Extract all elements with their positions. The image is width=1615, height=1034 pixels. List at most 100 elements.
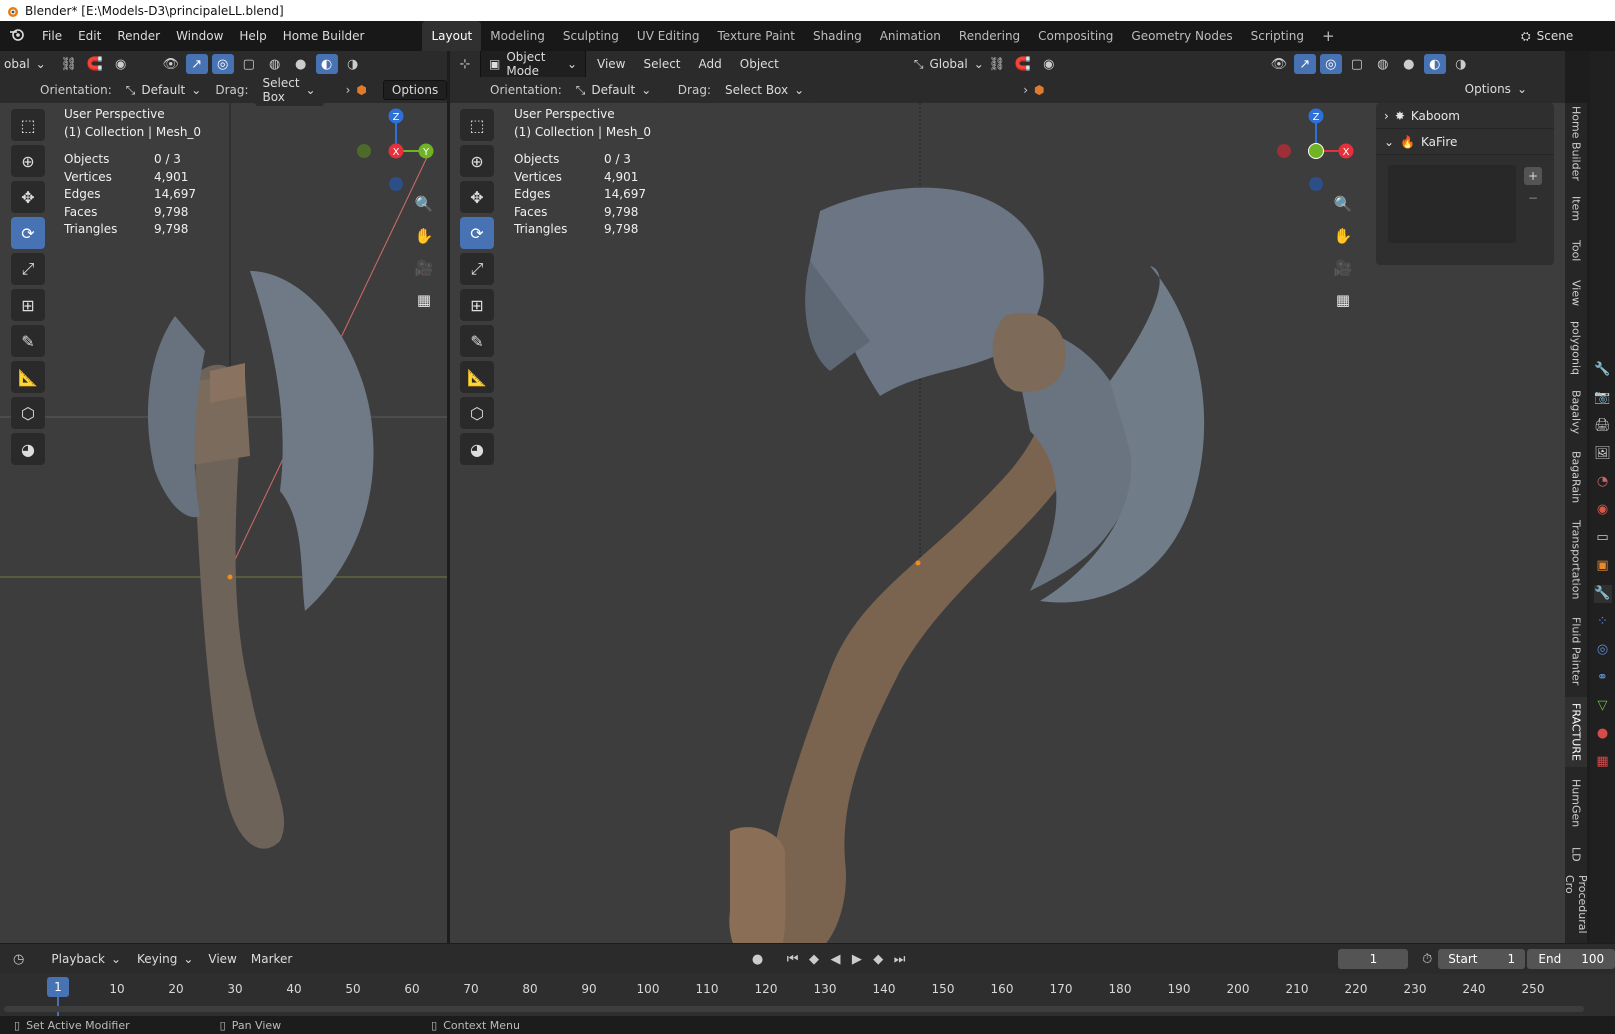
tab-uv-editing[interactable]: UV Editing <box>628 21 709 51</box>
left-pivot-icon[interactable]: ⛓ <box>58 54 80 74</box>
tab-texture-paint[interactable]: Texture Paint <box>709 21 804 51</box>
left-viewport[interactable]: obal ⌄ ⛓ 🧲 ◉ 👁 ↗ ◎ ▢ ◍ ● ◐ ◑ Orientation… <box>0 51 447 943</box>
measure-tool-icon[interactable]: 📐 <box>460 361 494 393</box>
record-keyframe-icon[interactable]: ● <box>747 949 768 969</box>
output-properties-icon[interactable]: 🖨 <box>1594 417 1612 435</box>
texture-properties-icon[interactable]: ▦ <box>1594 753 1612 771</box>
move-tool-icon[interactable]: ✥ <box>460 181 494 213</box>
tab-geometry-nodes[interactable]: Geometry Nodes <box>1122 21 1241 51</box>
menu-edit[interactable]: Edit <box>70 21 109 51</box>
timeline-frames[interactable]: 1 10 20 30 40 50 60 70 80 90 100 110 120 130 140 150 16… <box>0 974 1615 1016</box>
zoom-icon[interactable]: 🔍 <box>411 191 437 217</box>
left-drag-dropdown[interactable]: Select Box ⌄ <box>254 74 324 106</box>
jump-end-icon[interactable]: ⏭ <box>889 949 910 969</box>
left-navigation-gizmo[interactable]: Z Y X <box>350 106 435 196</box>
grid-perspective-icon[interactable]: ▦ <box>411 287 437 313</box>
annotate-tool-icon[interactable]: ✎ <box>460 325 494 357</box>
move-tool-icon[interactable]: ✥ <box>11 181 45 213</box>
xray-icon[interactable]: ▢ <box>1346 54 1368 74</box>
menu-add[interactable]: Add <box>692 57 729 71</box>
proportional-edit-icon[interactable]: ◉ <box>1038 54 1060 74</box>
overlay-toggle-icon[interactable]: ◎ <box>1319 54 1342 74</box>
menu-home-builder[interactable]: Home Builder <box>275 21 373 51</box>
pivot-point-icon[interactable]: ⛓ <box>986 54 1008 74</box>
tab-modeling[interactable]: Modeling <box>481 21 554 51</box>
add-workspace-icon[interactable]: + <box>1313 21 1344 51</box>
transform-tool-icon[interactable]: ⊞ <box>11 289 45 321</box>
cursor-tool-icon[interactable]: ⊕ <box>460 145 494 177</box>
navigation-gizmo[interactable]: Z X <box>1273 106 1358 196</box>
panel-kafire[interactable]: ⌄ 🔥 KaFire <box>1376 129 1554 155</box>
scale-tool-icon[interactable]: ⤢ <box>460 253 494 285</box>
left-proportional-icon[interactable]: ◉ <box>110 54 132 74</box>
tab-animation[interactable]: Animation <box>871 21 950 51</box>
sidebar-tab-view[interactable]: View <box>1565 275 1587 311</box>
menu-view[interactable]: View <box>590 57 632 71</box>
left-material-shading-icon[interactable]: ◐ <box>315 54 338 74</box>
sidebar-tab-polygoniq[interactable]: polygoniq <box>1565 317 1587 379</box>
list-add-icon[interactable]: + <box>1524 167 1542 185</box>
menu-help[interactable]: Help <box>231 21 274 51</box>
add-cube-tool-icon[interactable]: ⬡ <box>460 397 494 429</box>
left-visibility-icon[interactable]: 👁 <box>160 54 182 74</box>
select-box-tool-icon[interactable]: ⬚ <box>11 109 45 141</box>
data-properties-icon[interactable]: ▽ <box>1594 697 1612 715</box>
timeline-view-menu[interactable]: View <box>201 952 243 966</box>
measure-tool-icon[interactable]: 📐 <box>11 361 45 393</box>
grid-perspective-icon[interactable]: ▦ <box>1330 287 1356 313</box>
keying-menu[interactable]: Keying ⌄ <box>129 950 201 968</box>
left-overlay-toggle-icon[interactable]: ◎ <box>211 54 234 74</box>
render-properties-icon[interactable]: 📷 <box>1594 389 1612 407</box>
zoom-icon[interactable]: 🔍 <box>1330 191 1356 217</box>
list-remove-icon[interactable]: − <box>1524 189 1542 207</box>
gizmo-toggle-icon[interactable]: ↗ <box>1293 54 1316 74</box>
sidebar-tab-tool[interactable]: Tool <box>1565 233 1587 269</box>
sidebar-tab-fluid-painter[interactable]: Fluid Painter <box>1565 611 1587 691</box>
tab-scripting[interactable]: Scripting <box>1242 21 1313 51</box>
material-properties-icon[interactable]: ● <box>1594 725 1612 743</box>
rendered-shading-icon[interactable]: ◑ <box>1450 54 1472 74</box>
add-cube-tool-icon[interactable]: ⬡ <box>11 397 45 429</box>
material-shading-icon[interactable]: ◐ <box>1423 54 1446 74</box>
constraints-properties-icon[interactable]: ⚭ <box>1594 669 1612 687</box>
drag-dropdown[interactable]: Select Box ⌄ <box>716 81 813 99</box>
visibility-icon[interactable]: 👁 <box>1268 54 1290 74</box>
kafire-list[interactable] <box>1388 165 1516 243</box>
menu-render[interactable]: Render <box>109 21 168 51</box>
world-properties-icon[interactable]: ◉ <box>1594 501 1612 519</box>
timeline-editor-type-icon[interactable]: ◷ <box>8 949 29 969</box>
pan-hand-icon[interactable]: ✋ <box>1330 223 1356 249</box>
sidebar-tab-bagalvy[interactable]: Bagalvy <box>1565 385 1587 439</box>
orientation-dropdown[interactable]: ⤡ Default ⌄ <box>567 80 664 100</box>
select-box-tool-icon[interactable]: ⬚ <box>460 109 494 141</box>
sidebar-tab-fracture[interactable]: FRACTURE <box>1565 697 1587 767</box>
tab-layout[interactable]: Layout <box>422 21 482 51</box>
left-rendered-shading-icon[interactable]: ◑ <box>342 54 364 74</box>
snap-icon[interactable]: 🧲 <box>1012 54 1034 74</box>
sidebar-tab-bagarain[interactable]: BagaRain <box>1565 445 1587 509</box>
sidebar-tab-item[interactable]: Item <box>1565 191 1587 227</box>
tab-shading[interactable]: Shading <box>804 21 871 51</box>
view-layer-icon[interactable]: 🖼 <box>1594 445 1612 463</box>
shading-tool-icon[interactable]: ◕ <box>11 433 45 465</box>
pan-hand-icon[interactable]: ✋ <box>411 223 437 249</box>
menu-file[interactable]: File <box>34 21 70 51</box>
jump-start-icon[interactable]: ⏮ <box>782 949 803 969</box>
clock-icon[interactable]: ⏱ <box>1416 949 1437 969</box>
jump-prev-keyframe-icon[interactable]: ◆ <box>803 949 824 969</box>
left-orientation-dropdown[interactable]: ⤡ Default ⌄ <box>117 80 210 100</box>
end-frame-field[interactable]: End 100 <box>1527 949 1615 969</box>
annotate-tool-icon[interactable]: ✎ <box>11 325 45 357</box>
scene-properties-icon[interactable]: ◔ <box>1594 473 1612 491</box>
play-icon[interactable]: ▶ <box>846 949 867 969</box>
jump-next-keyframe-icon[interactable]: ◆ <box>868 949 889 969</box>
transform-orientation-dropdown[interactable]: ⤡ Global ⌄ <box>905 54 984 74</box>
sidebar-tab-humgen[interactable]: HumGen <box>1565 773 1587 833</box>
wireframe-shading-icon[interactable]: ◍ <box>1372 54 1394 74</box>
play-reverse-icon[interactable]: ◀ <box>825 949 846 969</box>
left-gizmo-toggle-icon[interactable]: ↗ <box>185 54 208 74</box>
left-addon-cube-icon[interactable]: ⬢ <box>356 83 366 97</box>
start-frame-field[interactable]: Start 1 <box>1437 949 1526 969</box>
expand-chevron-icon[interactable]: › <box>1023 83 1028 97</box>
options-button[interactable]: Options ⌄ <box>1456 80 1535 98</box>
